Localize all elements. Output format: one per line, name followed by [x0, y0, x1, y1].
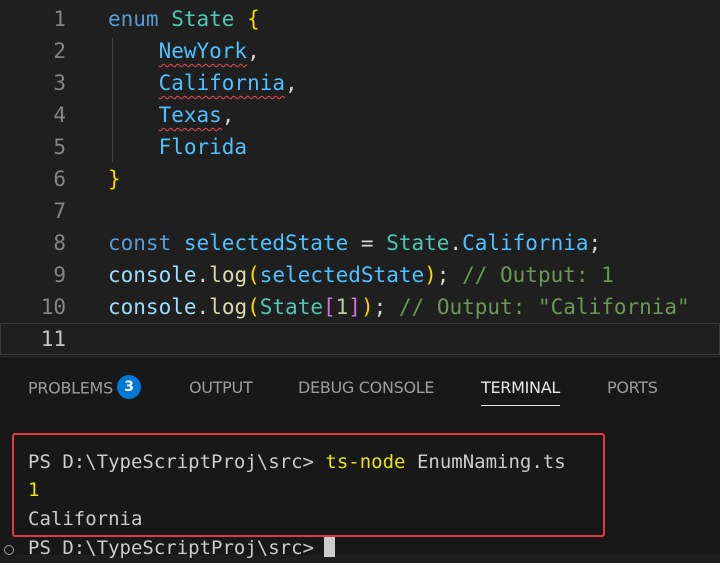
terminal-command-line: PS D:\TypeScriptProj\src> ts-node EnumNa…: [28, 447, 566, 477]
code-token: selectedState: [183, 231, 349, 255]
code-token: log: [209, 263, 248, 287]
terminal-output-2: California: [28, 508, 143, 530]
terminal-prompt: PS D:\TypeScriptProj\src>: [28, 451, 326, 473]
code-token: const: [108, 231, 172, 255]
code-token: .: [196, 263, 210, 287]
code-line[interactable]: 5 Florida: [0, 131, 720, 163]
code-token: .: [196, 295, 210, 319]
code-token: (: [247, 263, 260, 287]
tab-ports-label: PORTS: [607, 378, 658, 397]
code-token: console: [108, 295, 197, 319]
line-number: 6: [53, 167, 66, 191]
code-token: (: [247, 295, 260, 319]
line-number: 9: [53, 263, 66, 287]
code-token: ): [360, 295, 374, 319]
terminal-command: ts-node: [325, 451, 406, 473]
code-token: State: [171, 7, 235, 31]
code-line[interactable]: 9 console.log(selectedState); // Output: …: [0, 259, 720, 291]
code-line[interactable]: 2 NewYork,: [0, 35, 720, 67]
line-number: 7: [53, 199, 66, 223]
code-text: console.log(selectedState); // Output: 1: [108, 259, 614, 291]
code-token: State: [386, 231, 450, 255]
terminal-output-1: 1: [28, 479, 40, 501]
terminal-prompt-line[interactable]: PS D:\TypeScriptProj\src>: [28, 533, 335, 563]
code-token: California: [158, 71, 286, 95]
code-token: ;: [588, 231, 602, 255]
problems-count-badge: 3: [116, 375, 141, 399]
code-token: =: [348, 231, 387, 255]
code-token: enum: [108, 7, 159, 31]
code-token: {: [247, 7, 260, 31]
code-token: ]: [348, 295, 361, 319]
bottom-panel: PROBLEMS 3 OUTPUT DEBUG CONSOLE TERMINAL …: [0, 356, 720, 559]
tab-debug-console[interactable]: DEBUG CONSOLE: [298, 377, 435, 405]
code-token: ,: [221, 103, 235, 127]
code-line[interactable]: 4 Texas,: [0, 99, 720, 131]
code-text: NewYork,: [108, 35, 260, 67]
line-number: 11: [40, 327, 66, 351]
terminal-argument: EnumNaming.ts: [405, 451, 566, 473]
code-text: Florida: [108, 131, 248, 163]
line-number: 3: [53, 71, 66, 95]
tab-output-label: OUTPUT: [189, 378, 253, 397]
code-token: ): [424, 263, 437, 287]
code-text: console.log(State[1]); // Output: "Calif…: [108, 291, 690, 323]
line-number: 1: [53, 7, 66, 31]
code-line[interactable]: 8 const selectedState = State.California;: [0, 227, 720, 259]
tab-debug-console-label: DEBUG CONSOLE: [298, 378, 435, 397]
code-text: enum State {: [108, 3, 260, 35]
code-line[interactable]: 7: [0, 195, 720, 227]
panel-tab-bar: PROBLEMS 3 OUTPUT DEBUG CONSOLE TERMINAL …: [0, 357, 720, 417]
code-token: log: [209, 295, 248, 319]
code-token: }: [108, 167, 121, 191]
tab-terminal[interactable]: TERMINAL: [481, 377, 560, 406]
code-token: console: [108, 263, 197, 287]
tab-problems-label: PROBLEMS: [28, 378, 113, 398]
code-text: Texas,: [108, 99, 235, 131]
code-line[interactable]: 6}: [0, 163, 720, 195]
code-text: California,: [108, 67, 298, 99]
line-number: 10: [40, 295, 66, 319]
code-text: const selectedState = State.California;: [108, 227, 601, 259]
code-token: Florida: [158, 135, 248, 159]
code-token: 1: [335, 295, 349, 319]
code-token: ,: [285, 71, 298, 95]
tab-output[interactable]: OUTPUT: [189, 377, 253, 405]
code-line[interactable]: 3 California,: [0, 67, 720, 99]
tab-ports[interactable]: PORTS: [607, 377, 658, 405]
tab-problems[interactable]: PROBLEMS 3: [28, 375, 141, 405]
code-token: // Output: 1: [462, 263, 614, 287]
line-number: 4: [53, 103, 66, 127]
code-token: Texas: [158, 103, 222, 127]
code-token: ;: [436, 263, 463, 287]
code-token: California: [462, 231, 589, 255]
code-token: .: [449, 231, 463, 255]
code-line[interactable]: 1 enum State {: [0, 3, 720, 35]
line-number: 5: [53, 135, 66, 159]
code-token: ;: [373, 295, 399, 319]
code-token: State: [259, 295, 323, 319]
code-token: [: [322, 295, 336, 319]
line-number: 8: [53, 231, 66, 255]
code-text: }: [108, 163, 121, 195]
code-line[interactable]: 10 console.log(State[1]); // Output: "Cal…: [0, 291, 720, 323]
code-editor[interactable]: 1 enum State {2 NewYork, 3 California, 4 Te…: [0, 0, 720, 356]
line-number: 2: [53, 39, 66, 63]
code-token: ,: [247, 39, 260, 63]
code-line[interactable]: 11: [0, 323, 720, 355]
terminal-prompt-2: PS D:\TypeScriptProj\src>: [28, 537, 314, 559]
code-token: selectedState: [259, 263, 425, 287]
code-token: // Output: "California": [398, 295, 690, 319]
tab-terminal-label: TERMINAL: [481, 378, 560, 397]
code-token: NewYork: [158, 39, 248, 63]
